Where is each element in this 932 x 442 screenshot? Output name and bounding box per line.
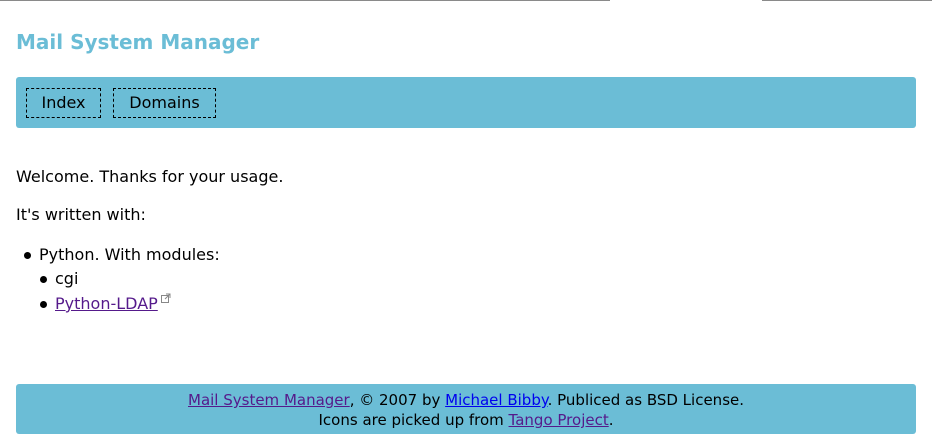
list-item-python: Python. With modules: bbox=[39, 245, 220, 264]
footer-line-2: Icons are picked up from Tango Project. bbox=[16, 410, 916, 430]
bullet-icon bbox=[40, 276, 47, 283]
footer-copyright-text: , © 2007 by bbox=[349, 391, 446, 409]
footer-author-link[interactable]: Michael Bibby bbox=[445, 391, 547, 409]
python-ldap-link[interactable]: Python-LDAP bbox=[55, 294, 158, 313]
footer-tango-link[interactable]: Tango Project bbox=[509, 411, 609, 429]
top-border bbox=[0, 0, 932, 1]
list-item-cgi: cgi bbox=[55, 269, 79, 288]
footer-project-link[interactable]: Mail System Manager bbox=[188, 391, 350, 409]
bullet-icon bbox=[24, 252, 31, 259]
footer-period: . bbox=[608, 411, 614, 429]
footer-icons-text: Icons are picked up from bbox=[318, 411, 509, 429]
footer: Mail System Manager, © 2007 by Michael B… bbox=[16, 384, 916, 434]
nav-domains[interactable]: Domains bbox=[113, 88, 216, 118]
site-title: Mail System Manager bbox=[16, 30, 260, 54]
top-border-gap bbox=[610, 0, 762, 1]
welcome-text: Welcome. Thanks for your usage. bbox=[16, 167, 284, 186]
nav-index[interactable]: Index bbox=[26, 88, 101, 118]
external-link-icon bbox=[161, 293, 171, 303]
written-with-text: It's written with: bbox=[16, 205, 146, 224]
footer-line-1: Mail System Manager, © 2007 by Michael B… bbox=[16, 390, 916, 410]
bullet-icon bbox=[40, 301, 47, 308]
navbar: Index Domains bbox=[16, 77, 916, 128]
footer-license-text: . Publiced as BSD License. bbox=[547, 391, 744, 409]
